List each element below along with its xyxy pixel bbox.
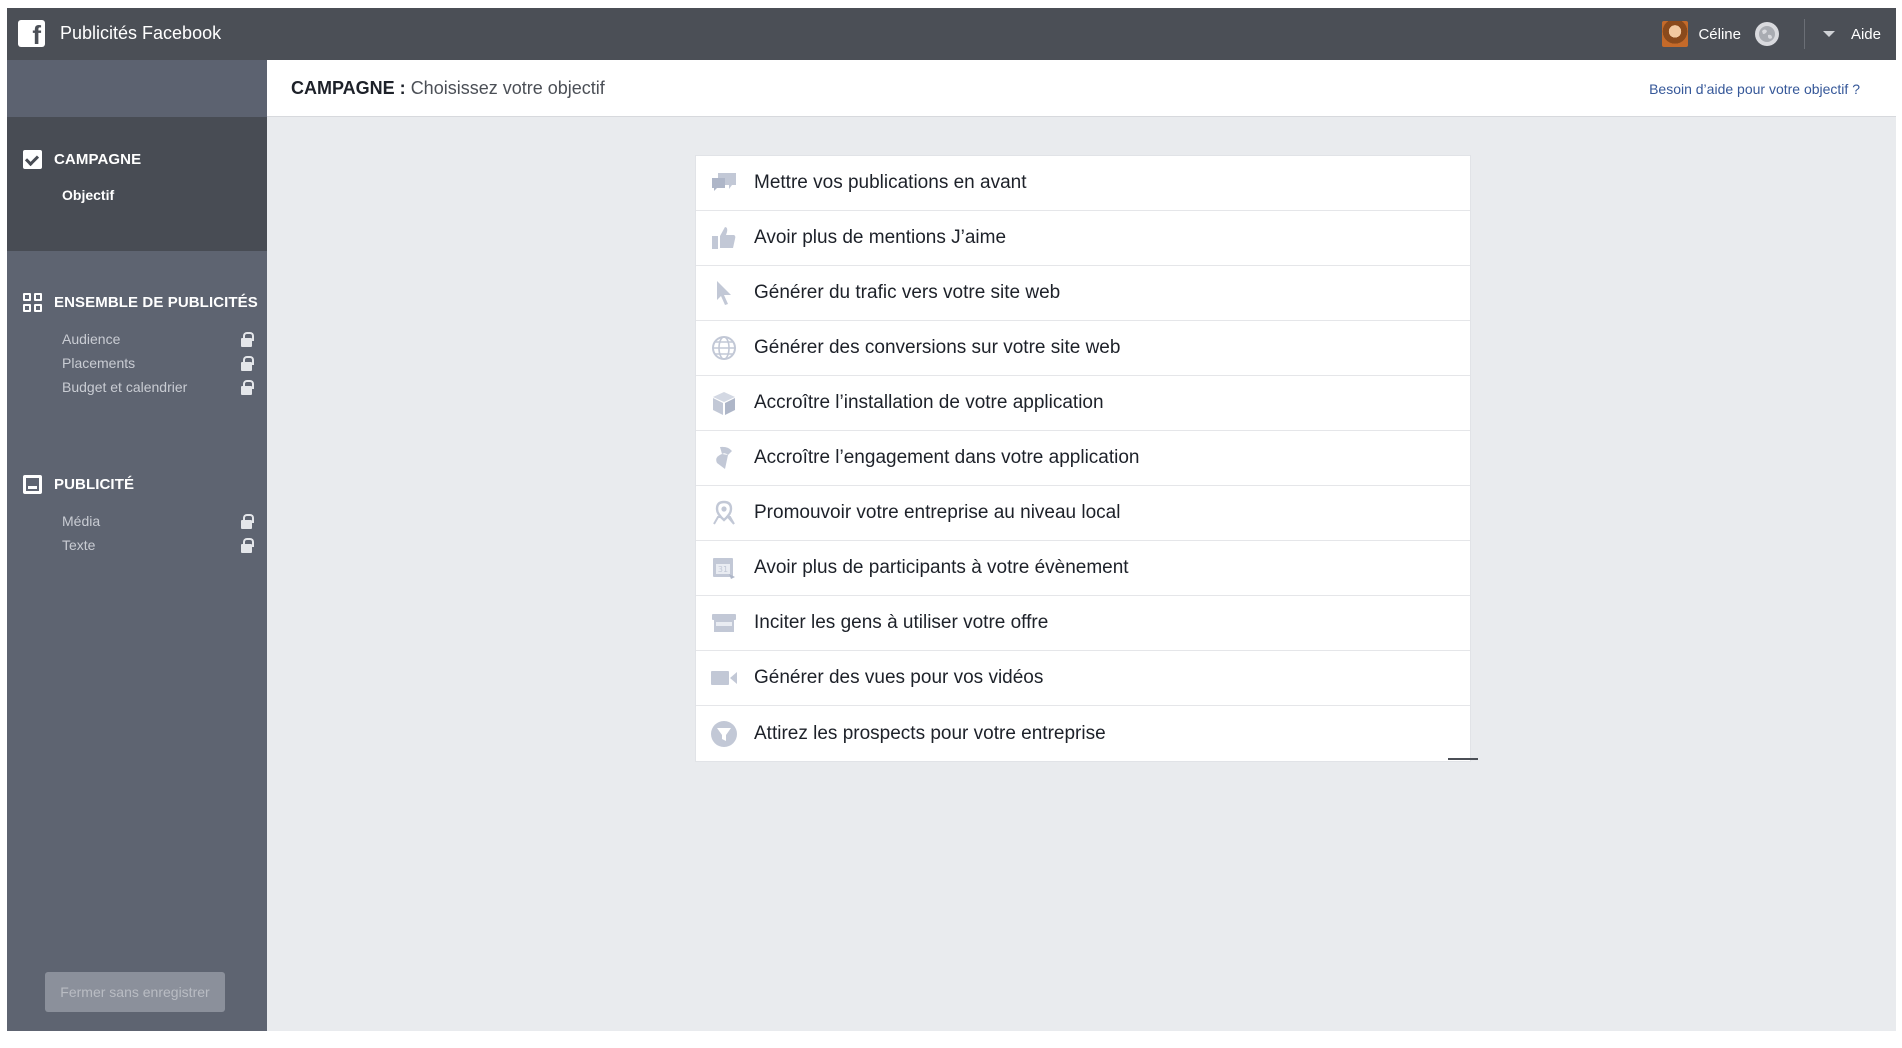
lock-icon (241, 332, 254, 347)
game-controller-icon (710, 444, 738, 472)
sidebar: CAMPAGNE Objectif ENSEMBLE DE PUBLICITÉS… (7, 60, 267, 1031)
cursor-icon (710, 279, 738, 307)
objective-item-app-installs[interactable]: Accroître l’installation de votre applic… (696, 376, 1470, 431)
objective-label: Avoir plus de mentions J’aime (754, 227, 1007, 248)
objective-item-video-views[interactable]: Générer des vues pour vos vidéos (696, 651, 1470, 706)
globe-icon (710, 334, 738, 362)
ad-preview-icon (23, 475, 42, 494)
facebook-logo-icon[interactable]: f (18, 20, 45, 47)
objective-item-offer-claims[interactable]: Inciter les gens à utiliser votre offre (696, 596, 1470, 651)
objective-label: Avoir plus de participants à votre évène… (754, 557, 1129, 578)
notifications-globe-icon[interactable] (1754, 22, 1779, 46)
objective-item-page-likes[interactable]: Avoir plus de mentions J’aime (696, 211, 1470, 266)
speech-bubbles-icon (710, 169, 738, 197)
lock-icon (241, 538, 254, 553)
grid-icon (23, 293, 42, 312)
map-pin-icon (710, 499, 738, 527)
thumbs-up-icon (710, 224, 738, 252)
app-title[interactable]: Publicités Facebook (60, 23, 221, 44)
topbar-divider (1803, 19, 1805, 49)
sidebar-item-audience[interactable]: Audience (62, 331, 120, 347)
sidebar-item-budget[interactable]: Budget et calendrier (62, 379, 187, 395)
objective-item-event-responses[interactable]: 31 Avoir plus de participants à votre év… (696, 541, 1470, 596)
avatar[interactable] (1662, 21, 1689, 47)
sidebar-section-adsets[interactable]: ENSEMBLE DE PUBLICITÉS (23, 293, 258, 312)
logo-letter: f (32, 20, 41, 47)
window-bottom-edge (7, 1031, 1896, 1048)
objective-list: Mettre vos publications en avant Avoir p… (695, 155, 1471, 762)
sidebar-top-spacer (7, 60, 267, 117)
sidebar-item-placements[interactable]: Placements (62, 355, 135, 371)
sidebar-item-media[interactable]: Média (62, 513, 100, 529)
objective-label: Attirez les prospects pour votre entrepr… (754, 722, 1106, 744)
user-area: Céline Aide (1662, 8, 1881, 60)
objective-item-local-awareness[interactable]: Promouvoir votre entreprise au niveau lo… (696, 486, 1470, 541)
section-label: CAMPAGNE (54, 151, 142, 168)
lock-icon (241, 514, 254, 529)
page-title: CAMPAGNE : Choisissez votre objectif (291, 78, 605, 99)
close-without-saving-button[interactable]: Fermer sans enregistrer (45, 972, 225, 1012)
sidebar-section-header[interactable]: CAMPAGNE (23, 150, 141, 169)
objective-label: Accroître l’installation de votre applic… (754, 392, 1104, 413)
objective-label: Accroître l’engagement dans votre applic… (754, 447, 1140, 468)
chevron-down-icon[interactable] (1822, 31, 1835, 37)
sidebar-section-campaign: CAMPAGNE Objectif (7, 117, 267, 251)
sidebar-item-texte[interactable]: Texte (62, 537, 95, 553)
objective-item-website-clicks[interactable]: Générer du trafic vers votre site web (696, 266, 1470, 321)
section-label: PUBLICITÉ (54, 476, 135, 493)
lock-icon (241, 380, 254, 395)
box-icon (710, 389, 738, 417)
ads-manager-window: f Publicités Facebook Céline Aide CAMPAG… (7, 8, 1896, 1031)
objective-item-website-conversions[interactable]: Générer des conversions sur votre site w… (696, 321, 1470, 376)
objective-help-link[interactable]: Besoin d’aide pour votre objectif ? (1649, 81, 1860, 97)
top-bar: f Publicités Facebook Céline Aide (7, 8, 1896, 60)
page-title-strong: CAMPAGNE : (291, 78, 406, 98)
page-header: CAMPAGNE : Choisissez votre objectif Bes… (267, 60, 1896, 117)
list-corner-mark (1448, 758, 1478, 760)
objective-label: Inciter les gens à utiliser votre offre (754, 612, 1049, 633)
sidebar-section-ad[interactable]: PUBLICITÉ (23, 475, 134, 494)
checkbox-icon (23, 150, 42, 169)
svg-text:31: 31 (718, 565, 728, 574)
lock-icon (241, 356, 254, 371)
section-label: ENSEMBLE DE PUBLICITÉS (54, 294, 258, 311)
page-title-text: Choisissez votre objectif (410, 78, 605, 98)
objective-label: Générer des conversions sur votre site w… (754, 337, 1121, 358)
sidebar-item-objectif[interactable]: Objectif (62, 187, 114, 203)
calendar-icon: 31 (710, 554, 738, 582)
objective-label: Générer du trafic vers votre site web (754, 282, 1061, 303)
objective-label: Promouvoir votre entreprise au niveau lo… (754, 502, 1121, 523)
objective-item-app-engagement[interactable]: Accroître l’engagement dans votre applic… (696, 431, 1470, 486)
objective-label: Générer des vues pour vos vidéos (754, 667, 1044, 688)
funnel-icon (710, 720, 738, 748)
storefront-icon (710, 609, 738, 637)
objective-label: Mettre vos publications en avant (754, 172, 1027, 193)
objective-item-lead-generation[interactable]: Attirez les prospects pour votre entrepr… (696, 706, 1470, 761)
help-menu[interactable]: Aide (1851, 26, 1881, 43)
user-name[interactable]: Céline (1698, 26, 1741, 43)
objective-item-page-post-engagement[interactable]: Mettre vos publications en avant (696, 156, 1470, 211)
video-camera-icon (710, 664, 738, 692)
